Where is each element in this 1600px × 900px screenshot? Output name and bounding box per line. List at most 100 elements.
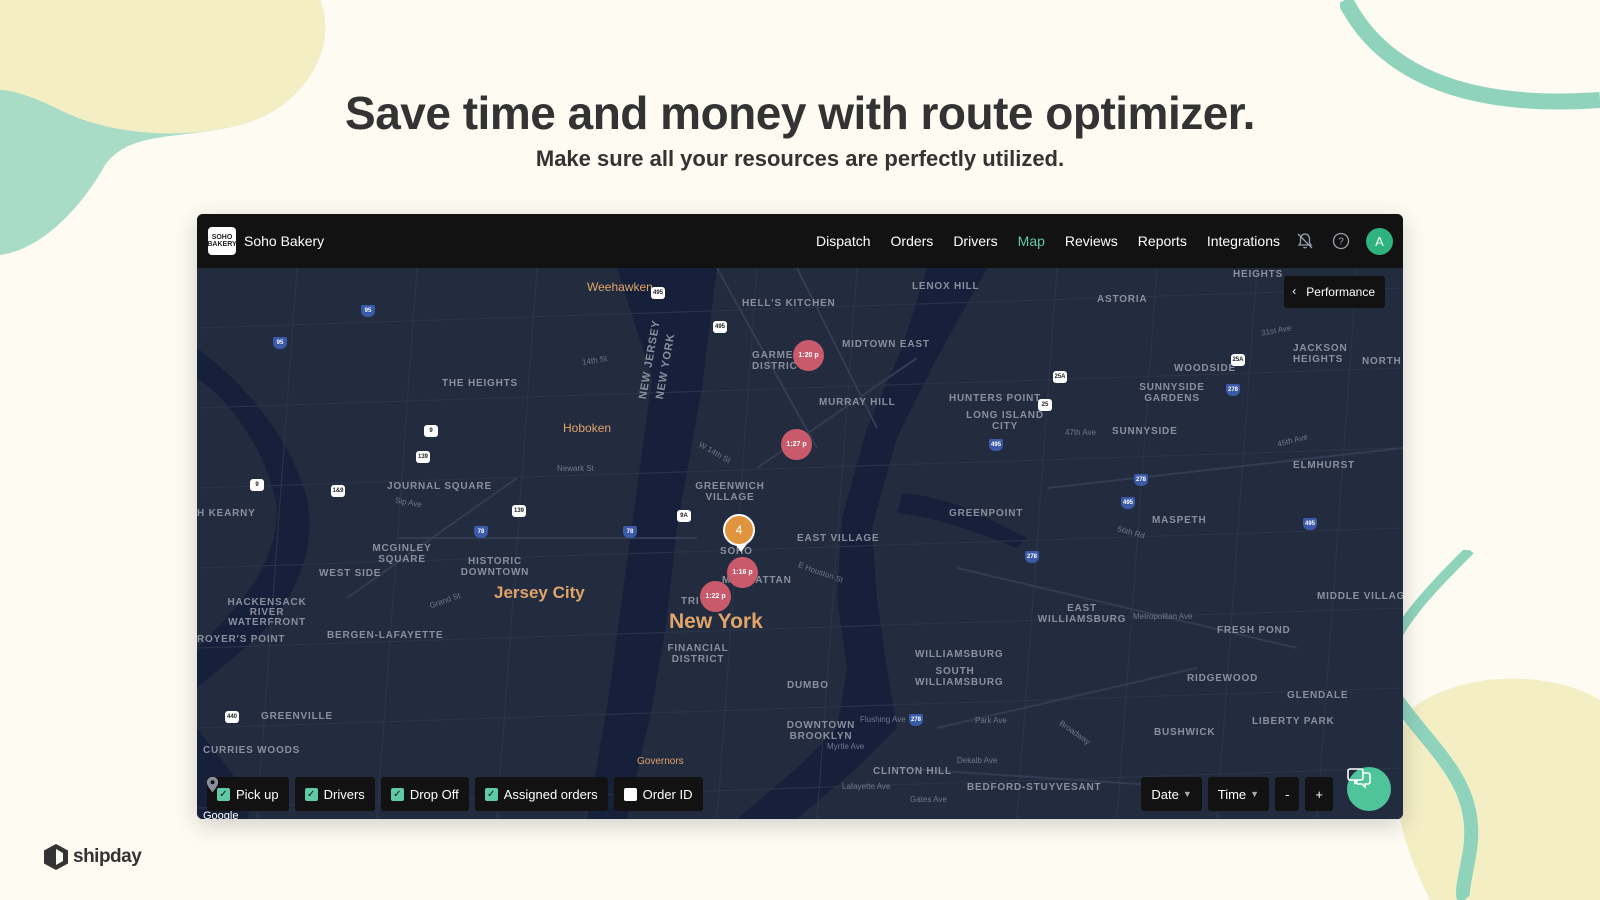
highway-shield: 278 [909, 714, 923, 726]
filter-pickup[interactable]: ✓ Pick up [207, 777, 289, 811]
map-label-dumbo: DUMBO [787, 680, 829, 691]
map-label-north: NORTH [1362, 356, 1402, 367]
street-label: 47th Ave [1065, 428, 1096, 437]
highway-shield: 25A [1053, 371, 1067, 383]
checkbox-checked-icon[interactable]: ✓ [217, 787, 230, 801]
filter-drop-off[interactable]: ✓ Drop Off [207, 777, 469, 811]
map-label-fresh-pond: FRESH POND [1217, 625, 1291, 636]
street-label: Park Ave [975, 716, 1007, 725]
drop-off-pin[interactable]: 1:22 p [700, 581, 731, 612]
drop-off-pin[interactable]: 1:20 p [793, 340, 824, 371]
time-label: Time [1217, 786, 1247, 802]
nav-dispatch[interactable]: Dispatch [816, 233, 870, 249]
map-label-historic-downtown: HISTORIC DOWNTOWN [460, 556, 530, 578]
highway-shield: 1&9 [331, 485, 345, 497]
map-label-jackson-heights: JACKSON HEIGHTS [1293, 343, 1348, 365]
highway-shield: 495 [989, 439, 1003, 451]
highway-shield: 9A [677, 510, 691, 522]
map-canvas[interactable]: Weehawken HELL'S KITCHEN LENOX HILL HEIG… [197, 268, 1403, 819]
checkbox-checked-icon[interactable]: ✓ [390, 787, 404, 801]
highway-shield: 95 [361, 305, 375, 317]
brand-name: Soho Bakery [244, 233, 325, 249]
user-avatar[interactable]: A [1366, 227, 1393, 255]
highway-shield: 278 [1226, 384, 1240, 396]
map-label-elmhurst: ELMHURST [1293, 460, 1355, 471]
brand-logo[interactable]: SOHO BAKERY [207, 227, 237, 255]
map-label-curries-woods: CURRIES WOODS [203, 745, 301, 756]
filter-order-id[interactable]: Order ID [207, 777, 703, 811]
map-label-greenville: GREENVILLE [261, 711, 333, 722]
filter-assigned-orders[interactable]: ✓ Assigned orders [207, 777, 608, 811]
map-label-jersey-city: Jersey City [494, 583, 585, 602]
chat-icon [1347, 768, 1371, 789]
chevron-down-icon: ▼ [1250, 789, 1260, 799]
checkbox-checked-icon[interactable]: ✓ [484, 787, 498, 801]
map-label-south-williamsburg: SOUTH WILLIAMSBURG [915, 666, 1004, 688]
checkbox-checked-icon[interactable]: ✓ [304, 787, 318, 801]
highway-shield: 278 [1025, 551, 1039, 563]
street-label: Lafayette Ave [842, 782, 891, 791]
street-label: Metropolitan Ave [1133, 612, 1193, 621]
highway-shield: 278 [1134, 474, 1148, 486]
checkbox-unchecked-icon[interactable] [623, 787, 637, 801]
highway-shield: 78 [623, 526, 637, 538]
nav-integrations[interactable]: Integrations [1207, 233, 1280, 249]
map-label-ridgewood: RIDGEWOOD [1187, 673, 1259, 684]
map-label-hunters-point: HUNTERS POINT [949, 393, 1042, 404]
pickup-cluster-pin[interactable]: 4 [723, 514, 755, 552]
highway-shield: 139 [512, 505, 526, 517]
map-label-greenwich-village: GREENWICH VILLAGE [695, 481, 765, 503]
map-label-royers-point: ROYER'S POINT [197, 634, 286, 645]
filter-label: Order ID [642, 786, 693, 802]
map-label-astoria: ASTORIA [1097, 294, 1148, 305]
performance-panel-toggle[interactable]: ‹ Performance [1284, 276, 1385, 308]
google-attribution: Google [203, 810, 239, 819]
help-icon[interactable]: ? [1330, 230, 1352, 252]
notifications-muted-icon[interactable] [1294, 230, 1316, 252]
main-nav: Dispatch Orders Drivers Map Reviews Repo… [796, 227, 1403, 255]
nav-orders[interactable]: Orders [891, 233, 934, 249]
map-label-midtown-east: MIDTOWN EAST [842, 339, 930, 350]
highway-shield: 9 [424, 425, 438, 437]
map-label-sunnyside: SUNNYSIDE [1112, 426, 1178, 437]
map-label-downtown-brooklyn: DOWNTOWN BROOKLYN [786, 720, 856, 742]
highway-shield: 95 [273, 337, 287, 349]
map-label-journal-square: JOURNAL SQUARE [387, 481, 492, 492]
map-label-weehawken: Weehawken [587, 280, 653, 294]
street-label: Myrtle Ave [827, 742, 865, 751]
drop-off-pin[interactable]: 1:16 p [727, 557, 758, 588]
filter-label: Drivers [323, 786, 365, 802]
highway-shield: 139 [416, 451, 430, 463]
zoom-in-button[interactable]: + [1305, 777, 1333, 811]
map-label-east-village: EAST VILLAGE [797, 533, 880, 544]
nav-reports[interactable]: Reports [1138, 233, 1187, 249]
chevron-down-icon: ▼ [1182, 789, 1192, 799]
map-label-the-heights: THE HEIGHTS [442, 378, 519, 389]
filter-label: Assigned orders [503, 786, 598, 802]
map-controls: Date ▼ Time ▼ - + [1135, 777, 1333, 811]
time-dropdown[interactable]: Time ▼ [1207, 777, 1270, 811]
map-label-bushwick: BUSHWICK [1154, 727, 1216, 738]
map-label-middle-village: MIDDLE VILLAG [1317, 591, 1403, 602]
zoom-out-button[interactable]: - [1275, 777, 1300, 811]
map-label-hells-kitchen: HELL'S KITCHEN [742, 298, 836, 309]
top-navbar: SOHO BAKERY Soho Bakery Dispatch Orders … [197, 214, 1403, 268]
decorative-blob-bottom-right [1380, 550, 1600, 900]
map-label-liberty-park: LIBERTY PARK [1252, 716, 1335, 727]
nav-drivers[interactable]: Drivers [953, 233, 997, 249]
map-label-sunnyside-gardens: SUNNYSIDE GARDENS [1139, 382, 1205, 404]
chevron-left-icon: ‹ [1292, 284, 1297, 298]
highway-shield: 495 [651, 287, 665, 299]
map-label-maspeth: MASPETH [1152, 515, 1207, 526]
filter-drivers[interactable]: ✓ Drivers [207, 777, 375, 811]
filter-label: Drop Off [409, 786, 459, 802]
nav-reviews[interactable]: Reviews [1065, 233, 1118, 249]
date-dropdown[interactable]: Date ▼ [1141, 777, 1202, 811]
nav-map[interactable]: Map [1018, 233, 1045, 249]
street-label: Dekalb Ave [957, 756, 998, 765]
map-label-east-williamsburg: EAST WILLIAMSBURG [1037, 603, 1127, 625]
map-label-financial-district: FINANCIAL DISTRICT [667, 643, 729, 665]
drop-off-pin[interactable]: 1:27 p [781, 429, 812, 460]
chat-button[interactable] [1347, 767, 1391, 811]
map-pin-icon [207, 777, 218, 792]
